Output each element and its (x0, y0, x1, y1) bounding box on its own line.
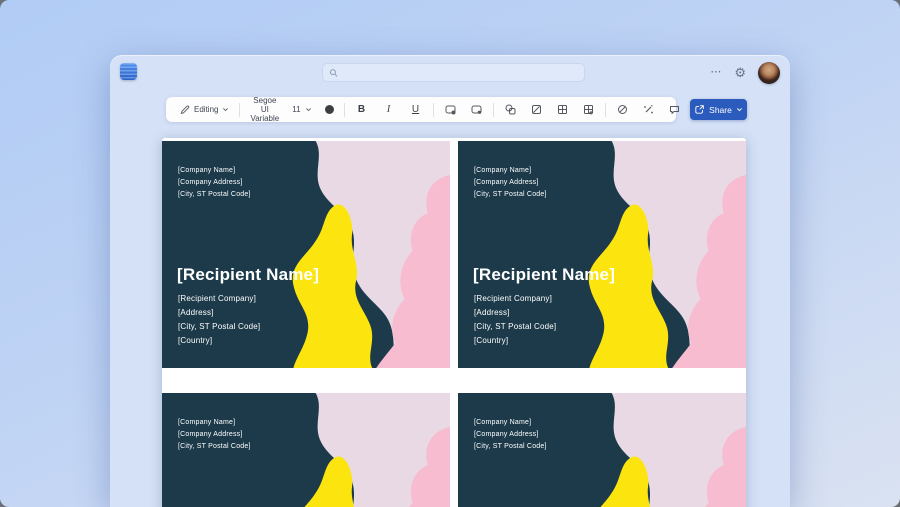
font-name-dropdown[interactable]: Segoe UI Variable (247, 94, 282, 125)
font-name-label: Segoe UI Variable (250, 96, 280, 123)
sender-block: [Company Name] [Company Address] [City, … (474, 417, 547, 453)
chevron-down-icon (223, 108, 229, 112)
share-button[interactable]: Share (690, 99, 747, 120)
shapes-button[interactable] (501, 101, 520, 118)
company-name-line: [Company Name] (474, 167, 532, 174)
sender-block: [Company Name] [Company Address] [City, … (178, 165, 251, 201)
italic-label: I (386, 104, 391, 115)
designer-icon (617, 105, 627, 114)
search-input[interactable] (343, 67, 578, 78)
recipient-city-line: [City, ST Postal Code] (474, 322, 557, 331)
company-city-line: [City, ST Postal Code] (178, 191, 251, 198)
company-address-line: [Company Address] (178, 179, 243, 186)
font-size-dropdown[interactable]: 11 (289, 103, 314, 116)
sticker-add-button[interactable] (441, 101, 460, 118)
search-icon (329, 68, 338, 77)
toolbar-divider (604, 102, 606, 117)
recipient-city-line: [City, ST Postal Code] (178, 322, 261, 331)
toolbar-divider (343, 102, 345, 117)
sticker-add-icon (445, 105, 456, 115)
word-app-icon[interactable] (120, 63, 137, 80)
bold-label: B (357, 104, 366, 115)
address-label-card[interactable]: [Company Name] [Company Address] [City, … (458, 392, 746, 507)
comment-icon (669, 106, 679, 114)
address-label-card[interactable]: [Company Name] [Company Address] [City, … (162, 392, 450, 507)
company-address-line: [Company Address] (474, 179, 539, 186)
add-table-button[interactable] (579, 101, 598, 118)
recipient-company-line: [Recipient Company] (178, 294, 257, 303)
designer-button[interactable] (613, 101, 632, 118)
table-icon (557, 105, 567, 114)
sparkle-pen-icon (643, 105, 653, 114)
table-add-icon (583, 105, 593, 115)
recipient-name: [Recipient Name] (473, 265, 616, 284)
company-address-line: [Company Address] (178, 430, 243, 438)
italic-button[interactable]: I (379, 102, 399, 117)
chevron-down-icon (736, 108, 742, 112)
company-name-line: [Company Name] (474, 418, 532, 426)
sender-block: [Company Name] [Company Address] [City, … (474, 165, 547, 201)
share-icon (695, 105, 704, 114)
user-avatar[interactable] (758, 61, 780, 84)
company-name-line: [Company Name] (178, 167, 236, 174)
shapes-icon (505, 104, 516, 115)
editing-mode-label: Editing (194, 105, 219, 114)
recipient-company-line: [Recipient Company] (474, 294, 553, 303)
header-more-options-button[interactable]: ⋯ (710, 67, 722, 78)
sticker-icon (471, 105, 482, 114)
insert-image-button[interactable] (527, 101, 546, 118)
font-color-button[interactable] (322, 103, 337, 116)
recipient-country-line: [Country] (474, 336, 509, 345)
comments-button[interactable] (665, 101, 684, 118)
pencil-icon (180, 105, 190, 114)
search-bar[interactable] (322, 63, 585, 82)
toolbar-divider (239, 102, 241, 117)
recipient-name: [Recipient Name] (177, 265, 320, 284)
company-city-line: [City, ST Postal Code] (178, 442, 251, 450)
editing-mode-dropdown[interactable]: Editing (176, 102, 232, 117)
font-size-label: 11 (292, 105, 301, 114)
formatting-toolbar: Editing Segoe UI Variable 11 B I U (166, 94, 705, 125)
recipient-block: [Recipient Company] [Address] [City, ST … (474, 292, 556, 348)
bold-button[interactable]: B (352, 102, 372, 117)
font-color-swatch (324, 105, 334, 114)
company-city-line: [City, ST Postal Code] (474, 191, 547, 198)
recipient-country-line: [Country] (178, 336, 213, 345)
company-city-line: [City, ST Postal Code] (474, 442, 547, 450)
underline-button[interactable]: U (406, 102, 426, 117)
address-label-card[interactable]: [Company Name] [Company Address] [City, … (162, 141, 450, 368)
sticker-button[interactable] (467, 101, 486, 118)
image-icon (531, 105, 541, 114)
company-address-line: [Company Address] (474, 430, 539, 438)
word-app-window: ⋯ ⚙ Editing Segoe UI Variable 11 B I U S… (110, 55, 790, 507)
sender-block: [Company Name] [Company Address] [City, … (178, 417, 251, 453)
recipient-address-line: [Address] (178, 308, 214, 317)
address-label-card[interactable]: [Company Name] [Company Address] [City, … (458, 141, 746, 368)
settings-gear-icon[interactable]: ⚙ (734, 66, 746, 79)
recipient-address-line: [Address] (474, 308, 510, 317)
share-label: Share (709, 104, 732, 115)
ink-button[interactable] (639, 101, 658, 118)
toolbar-divider (492, 102, 494, 117)
recipient-block: [Recipient Company] [Address] [City, ST … (178, 292, 260, 348)
desktop-background: ⋯ ⚙ Editing Segoe UI Variable 11 B I U S… (0, 0, 900, 507)
chevron-down-icon (305, 108, 311, 112)
document-page: [Company Name] [Company Address] [City, … (162, 138, 746, 507)
company-name-line: [Company Name] (178, 418, 236, 426)
toolbar-divider (432, 102, 434, 117)
underline-label: U (411, 104, 420, 115)
insert-table-button[interactable] (553, 101, 572, 118)
